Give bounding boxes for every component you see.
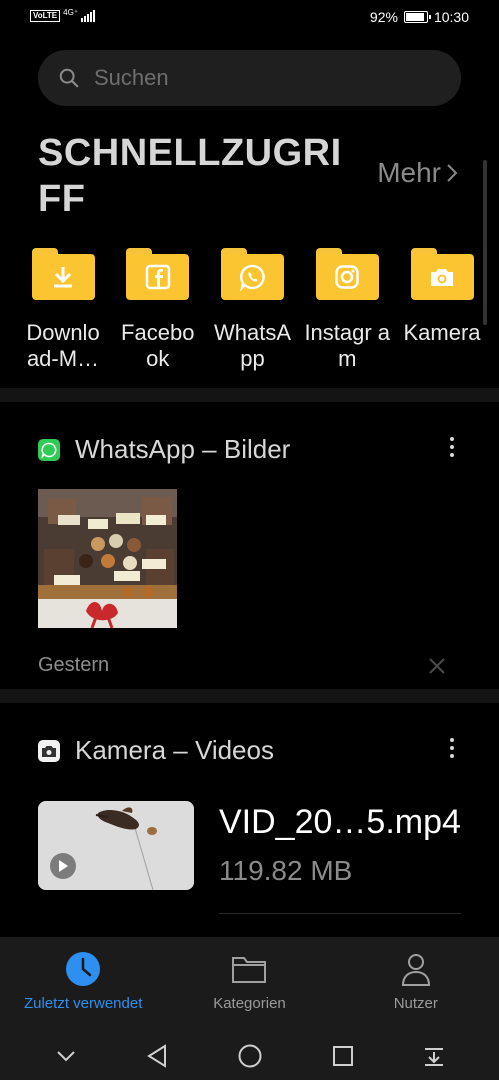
folder-icon (410, 248, 474, 300)
battery-percent: 92% (369, 9, 398, 25)
clock: 10:30 (433, 9, 469, 25)
network-indicators: VoLTE 4G⁺ (30, 8, 96, 22)
video-file-size: 119.82 MB (219, 855, 353, 886)
whatsapp-card-header[interactable]: WhatsApp – Bilder (38, 434, 290, 465)
chevron-down-icon[interactable] (55, 1049, 77, 1063)
folder-icon (315, 248, 379, 300)
folder-download[interactable]: Downlo ad-M… (20, 248, 106, 372)
whatsapp-card-title: WhatsApp – Bilder (75, 434, 291, 464)
home-icon[interactable] (237, 1043, 263, 1069)
tab-label: Kategorien (213, 995, 286, 1012)
more-label: Mehr (377, 157, 441, 188)
notification-pull-icon[interactable] (423, 1045, 445, 1067)
folder-icon (31, 248, 95, 300)
facebook-icon (145, 264, 170, 290)
video-file-name[interactable]: VID_20…5.mp4 (219, 803, 461, 842)
close-icon[interactable] (427, 656, 447, 676)
clock-icon (65, 951, 101, 987)
user-icon (398, 951, 434, 987)
folder-icon (231, 951, 267, 987)
camera-more-options-icon[interactable] (449, 738, 455, 758)
status-bar: VoLTE 4G⁺ 92% 10:30 (0, 0, 499, 36)
download-icon (54, 267, 72, 288)
network-type: 4G⁺ (63, 8, 79, 17)
folder-facebook[interactable]: Facebo ok (115, 248, 201, 372)
folder-label: Downlo ad-M… (26, 320, 100, 371)
more-button[interactable]: Mehr (377, 157, 459, 189)
folder-label: WhatsA pp (213, 320, 292, 371)
whatsapp-more-options-icon[interactable] (449, 437, 455, 457)
camera-card-title: Kamera – Videos (75, 735, 274, 765)
chevron-right-icon (447, 164, 458, 182)
whatsapp-date-label: Gestern (38, 654, 110, 676)
search-placeholder: Suchen (94, 65, 169, 90)
status-right: 92% 10:30 (370, 9, 469, 25)
whatsapp-icon (239, 264, 265, 291)
folder-whatsapp[interactable]: WhatsA pp (210, 248, 296, 372)
back-icon[interactable] (146, 1043, 168, 1068)
section-divider (0, 689, 499, 703)
whatsapp-image-thumbnail[interactable] (38, 489, 177, 628)
search-icon (59, 68, 79, 88)
section-divider (0, 388, 499, 402)
tab-kategorien[interactable]: Kategorien (166, 937, 332, 1031)
folder-kamera[interactable]: Kamera (399, 248, 485, 372)
camera-icon (431, 269, 453, 286)
folder-icon (126, 248, 190, 300)
camera-icon (38, 739, 60, 762)
quick-access-title: SCHNELLZUGRIFF (38, 132, 342, 220)
camera-card-header[interactable]: Kamera – Videos (38, 735, 274, 766)
signal-icon (81, 10, 96, 22)
tab-zuletzt-verwendet[interactable]: Zuletzt verwendet (0, 937, 166, 1031)
quick-access-folders: Downlo ad-M… Facebo ok WhatsA pp Instagr… (20, 248, 485, 372)
volte-badge: VoLTE (30, 10, 61, 22)
recents-icon[interactable] (332, 1045, 354, 1067)
folder-label: Kamera (403, 320, 481, 345)
chocolate-photo-image (38, 489, 177, 628)
folder-label: Instagr am (304, 320, 391, 371)
folder-icon (221, 248, 284, 300)
search-bar[interactable]: Suchen (38, 50, 461, 106)
bottom-navigation: Zuletzt verwendet Kategorien Nutzer (0, 937, 499, 1031)
list-divider (219, 913, 461, 914)
folder-label: Facebo ok (121, 320, 195, 371)
folder-instagram[interactable]: Instagr am (304, 248, 390, 372)
tab-nutzer[interactable]: Nutzer (333, 937, 499, 1031)
whatsapp-icon (38, 438, 60, 461)
system-navigation-bar (0, 1031, 499, 1080)
tab-label: Zuletzt verwendet (23, 995, 143, 1012)
battery-icon (403, 11, 431, 23)
play-icon (50, 853, 76, 879)
instagram-icon (335, 265, 359, 289)
video-thumbnail[interactable] (38, 801, 194, 890)
tab-label: Nutzer (393, 995, 438, 1012)
